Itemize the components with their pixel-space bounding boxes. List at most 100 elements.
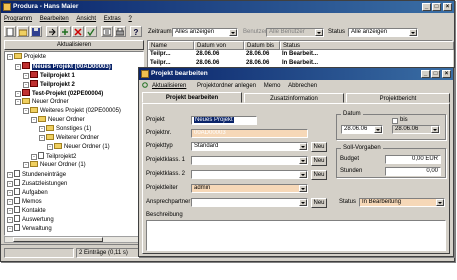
expand-toggle-icon[interactable]: - [23,108,29,114]
check-icon[interactable] [85,26,97,37]
datum-von-select[interactable]: 28.06.06 [341,125,383,134]
ansprech-select[interactable] [191,198,308,207]
tree-item[interactable]: - Auswertung [7,215,54,223]
expand-toggle-icon[interactable]: - [7,199,13,205]
save-icon[interactable] [30,26,42,37]
projekttyp-new-button[interactable]: Neu [311,142,327,152]
expand-toggle-icon[interactable]: - [15,99,21,105]
expand-toggle-icon[interactable]: - [23,73,29,79]
tree-item[interactable]: - Projekte [7,53,46,61]
chevron-down-icon[interactable] [229,29,237,36]
tree-item[interactable]: - Neuer Ordner [15,98,69,106]
column-name[interactable]: Name [148,41,194,50]
menu-bearbeiten[interactable]: Bearbeiten [37,14,72,24]
tree-item[interactable]: - Teilprojekt 1 [23,71,75,79]
chevron-down-icon[interactable] [409,29,417,36]
stunden-input[interactable]: 0,00 [385,167,441,176]
new-icon[interactable] [4,26,16,37]
datum-bis-select[interactable]: 28.06.06 [392,125,440,134]
chevron-down-icon[interactable] [374,126,382,133]
expand-toggle-icon[interactable]: - [7,217,13,223]
expand-toggle-icon[interactable]: - [7,181,13,187]
arrow-right-icon[interactable] [46,26,58,37]
table-row[interactable]: Teilpr... 28.06.06 28.06.06 In Bearbeit.… [148,50,454,59]
chevron-down-icon[interactable] [315,29,323,36]
print-icon[interactable] [114,26,126,37]
chevron-down-icon[interactable] [299,157,307,164]
expand-toggle-icon[interactable]: - [39,135,45,141]
tree-item[interactable]: - Stundeneinträge [7,170,66,178]
benutzer-select[interactable]: Alle Benutzer [266,28,324,37]
chevron-down-icon[interactable] [299,199,307,206]
beschreibung-textarea[interactable] [146,220,446,251]
minimize-button[interactable]: _ [422,3,431,11]
budget-input[interactable]: 0,00 EUR [385,155,441,164]
tree-item[interactable]: - Neues Projekt (00AD00003) [15,62,112,70]
tab-zusatzinformation[interactable]: Zusatzinformation [244,93,344,103]
expand-toggle-icon[interactable]: - [15,91,21,97]
tree-item[interactable]: - Verwaltung [7,224,52,232]
menu-ansicht[interactable]: Ansicht [73,14,99,24]
expand-toggle-icon[interactable]: - [7,54,13,60]
main-title-bar[interactable]: Produra - Hans Maier _ □ × [1,1,454,13]
menu-programm[interactable]: Programm [1,14,35,24]
memo-button[interactable]: Memo [261,81,284,91]
expand-toggle-icon[interactable]: - [7,190,13,196]
chevron-down-icon[interactable] [299,185,307,192]
tree-item[interactable]: - Neuer Ordner (1) [23,161,86,169]
chevron-down-icon[interactable] [431,126,439,133]
column-datum-bis[interactable]: Datum bis [244,41,280,50]
expand-toggle-icon[interactable]: - [7,172,13,178]
expand-toggle-icon[interactable]: - [7,226,13,232]
chevron-down-icon[interactable] [436,199,444,206]
dialog-maximize-button[interactable]: □ [431,70,440,78]
tree-horizontal-scrollbar[interactable] [4,236,144,243]
maximize-button[interactable]: □ [432,3,441,11]
refresh-button[interactable]: Aktualisieren [4,40,144,50]
projekttyp-select[interactable]: Standard [191,142,308,151]
klasse2-select[interactable] [191,170,308,179]
tree-item[interactable]: - Teilprojekt 2 [23,80,75,88]
expand-toggle-icon[interactable]: - [15,64,21,70]
chevron-down-icon[interactable] [299,171,307,178]
projekt-input[interactable]: Neues Projekt [191,116,257,125]
klasse1-select[interactable] [191,156,308,165]
dialog-refresh-button[interactable]: Aktualisieren [139,81,192,91]
help-icon[interactable]: ? [130,26,142,37]
status-filter-select[interactable]: Alle anzeigen [348,28,418,37]
expand-toggle-icon[interactable]: - [7,208,13,214]
tab-projektbericht[interactable]: Projektbericht [346,93,450,103]
scrollbar-thumb[interactable] [13,237,103,242]
dialog-close-button[interactable]: × [442,70,451,78]
expand-toggle-icon[interactable]: - [23,162,29,168]
tree-item[interactable]: - Test-Projekt (02PE00004) [15,89,103,97]
dialog-title-bar[interactable]: Projekt bearbeiten _ □ × [139,68,453,80]
create-folder-button[interactable]: Projektordner anlegen [194,81,259,91]
column-status[interactable]: Status [280,41,454,50]
tab-projekt-bearbeiten[interactable]: Projekt bearbeiten [142,92,242,103]
cancel-button[interactable]: Abbrechen [285,81,320,91]
bis-checkbox[interactable] [392,118,398,124]
tree-item[interactable]: - Weiteres Projekt (02PE00005) [23,107,121,115]
tree-item[interactable]: - Neuer Ordner (1) [47,143,110,151]
leiter-select[interactable]: admin [191,184,308,193]
open-folder-icon[interactable] [17,26,29,37]
chevron-down-icon[interactable] [299,143,307,150]
klasse2-new-button[interactable]: Neu [311,170,327,180]
ansprech-new-button[interactable]: Neu [311,198,327,208]
tree-item[interactable]: - Neuer Ordner [31,116,85,124]
properties-icon[interactable] [101,26,113,37]
projektnr-input[interactable]: 00AD00003 [191,129,308,138]
status-select[interactable]: In Bearbeitung [359,198,445,207]
delete-icon[interactable] [72,26,84,37]
dialog-minimize-button[interactable]: _ [421,70,430,78]
menu-extras[interactable]: Extras [101,14,124,24]
column-datum-von[interactable]: Datum von [194,41,244,50]
expand-toggle-icon[interactable]: - [31,154,37,160]
menu-help[interactable]: ? [125,14,134,24]
add-icon[interactable] [59,26,71,37]
tree-item[interactable]: - Memos [7,197,42,205]
expand-toggle-icon[interactable]: - [23,82,29,88]
expand-toggle-icon[interactable]: - [31,117,37,123]
tree-item[interactable]: - Kontakte [7,206,46,214]
